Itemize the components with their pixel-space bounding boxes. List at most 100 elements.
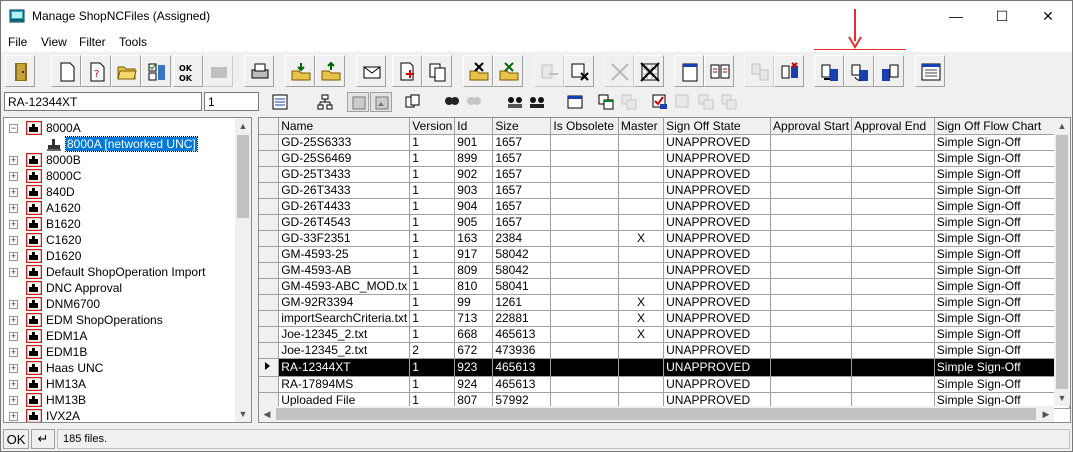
machine-tree[interactable]: −8000A 8000A [networked UNC] +8000B +8000C +… bbox=[3, 117, 252, 423]
grid-horizontal-scrollbar[interactable]: ◀ ▶ bbox=[259, 406, 1054, 422]
tree-item-label[interactable]: Haas UNC bbox=[46, 361, 103, 375]
history-button[interactable] bbox=[718, 92, 740, 112]
tree-item-label[interactable]: C1620 bbox=[46, 233, 81, 247]
table-cell[interactable] bbox=[770, 278, 853, 295]
table-cell[interactable]: Simple Sign-Off bbox=[934, 294, 1070, 311]
version-input[interactable] bbox=[204, 92, 259, 111]
table-row[interactable]: GD-25S6333 1 901 1657 UNAPPROVED Simple Sign-… bbox=[259, 134, 1070, 151]
table-cell[interactable] bbox=[770, 326, 853, 343]
table-cell[interactable]: Simple Sign-Off bbox=[934, 262, 1070, 279]
table-cell[interactable]: 903 bbox=[454, 182, 494, 199]
table-cell[interactable]: UNAPPROVED bbox=[663, 278, 772, 295]
table-cell[interactable] bbox=[851, 294, 935, 311]
tree-item-label[interactable]: Default ShopOperation Import bbox=[46, 265, 205, 279]
table-cell[interactable]: 58041 bbox=[492, 278, 552, 295]
transfer-error-button[interactable] bbox=[774, 55, 804, 87]
tree-item-label[interactable]: HM13B bbox=[46, 393, 86, 407]
table-cell[interactable] bbox=[770, 198, 853, 215]
table-cell[interactable] bbox=[550, 262, 619, 279]
table-cell[interactable]: GD-26T3433 bbox=[278, 182, 411, 199]
table-cell[interactable]: 1 bbox=[409, 278, 456, 295]
tree-item-label[interactable]: DNM6700 bbox=[46, 297, 100, 311]
table-cell[interactable]: RA-12344XT bbox=[278, 358, 411, 377]
table-cell[interactable]: GD-25S6469 bbox=[278, 150, 411, 167]
table-cell[interactable] bbox=[550, 310, 619, 327]
cancel-grid-button[interactable] bbox=[634, 55, 664, 87]
table-cell[interactable] bbox=[618, 246, 665, 263]
table-cell[interactable] bbox=[550, 294, 619, 311]
table-cell[interactable]: 473936 bbox=[492, 342, 552, 359]
table-cell[interactable] bbox=[851, 262, 935, 279]
column-header[interactable]: Id bbox=[454, 118, 494, 135]
row-header[interactable] bbox=[259, 198, 280, 215]
table-cell[interactable]: GM-4593-ABC_MOD.tx bbox=[278, 278, 411, 295]
table-cell[interactable]: 713 bbox=[454, 310, 494, 327]
help-document-button[interactable]: ? bbox=[81, 55, 111, 87]
table-cell[interactable]: 1 bbox=[409, 214, 456, 231]
table-cell[interactable] bbox=[770, 246, 853, 263]
ok-button[interactable]: OK bbox=[3, 429, 29, 449]
table-cell[interactable]: UNAPPROVED bbox=[663, 182, 772, 199]
maximize-button[interactable]: ☐ bbox=[979, 1, 1025, 32]
expand-icon[interactable]: + bbox=[9, 156, 18, 165]
table-cell[interactable]: 2 bbox=[409, 342, 456, 359]
operators-alt-button[interactable] bbox=[526, 92, 548, 112]
table-cell[interactable]: 163 bbox=[454, 230, 494, 247]
compare-button[interactable] bbox=[704, 55, 734, 87]
operators-button[interactable] bbox=[504, 92, 526, 112]
table-cell[interactable]: GD-25T3433 bbox=[278, 166, 411, 183]
tree-item[interactable]: + Default ShopOperation Import bbox=[4, 264, 236, 280]
approve-button[interactable] bbox=[649, 92, 671, 112]
table-cell[interactable] bbox=[770, 150, 853, 167]
table-cell[interactable]: Joe-12345_2.txt bbox=[278, 342, 411, 359]
row-header[interactable] bbox=[259, 150, 280, 167]
table-cell[interactable]: Simple Sign-Off bbox=[934, 342, 1070, 359]
table-cell[interactable] bbox=[770, 182, 853, 199]
table-row[interactable]: RA-12344XT 1 923 465613 UNAPPROVED Simple Sig… bbox=[259, 358, 1070, 377]
row-header[interactable] bbox=[259, 214, 280, 231]
expand-icon[interactable]: + bbox=[9, 300, 18, 309]
expand-icon[interactable]: + bbox=[9, 396, 18, 405]
table-cell[interactable]: GM-4593-25 bbox=[278, 246, 411, 263]
table-cell[interactable]: 22881 bbox=[492, 310, 552, 327]
table-cell[interactable] bbox=[550, 326, 619, 343]
tree-item[interactable]: + DNM6700 bbox=[4, 296, 236, 312]
table-cell[interactable]: 905 bbox=[454, 214, 494, 231]
table-cell[interactable]: Simple Sign-Off bbox=[934, 230, 1070, 247]
expand-icon[interactable]: + bbox=[9, 236, 18, 245]
table-cell[interactable]: 1 bbox=[409, 198, 456, 215]
table-cell[interactable]: 672 bbox=[454, 342, 494, 359]
table-cell[interactable]: 1 bbox=[409, 182, 456, 199]
menu-view[interactable]: View bbox=[41, 35, 67, 49]
table-cell[interactable]: 1 bbox=[409, 310, 456, 327]
table-cell[interactable]: 1657 bbox=[492, 214, 552, 231]
column-header[interactable]: Approval End bbox=[851, 118, 935, 135]
tree-item-label[interactable]: B1620 bbox=[46, 217, 81, 231]
table-cell[interactable] bbox=[770, 294, 853, 311]
column-header[interactable]: Master bbox=[618, 118, 665, 135]
table-cell[interactable]: Joe-12345_2.txt bbox=[278, 326, 411, 343]
row-header[interactable] bbox=[259, 134, 280, 151]
check-in-button[interactable] bbox=[285, 55, 315, 87]
table-cell[interactable] bbox=[851, 214, 935, 231]
tree-item-label[interactable]: EDM1A bbox=[46, 329, 87, 343]
table-cell[interactable]: UNAPPROVED bbox=[663, 294, 772, 311]
expand-icon[interactable]: + bbox=[9, 268, 18, 277]
file-name-input[interactable] bbox=[4, 92, 202, 111]
table-cell[interactable] bbox=[550, 198, 619, 215]
table-cell[interactable]: UNAPPROVED bbox=[663, 198, 772, 215]
tape-button[interactable] bbox=[203, 55, 233, 87]
table-cell[interactable] bbox=[550, 342, 619, 359]
table-cell[interactable]: importSearchCriteria.txt bbox=[278, 310, 411, 327]
column-header[interactable]: Size bbox=[492, 118, 552, 135]
table-cell[interactable]: Simple Sign-Off bbox=[934, 326, 1070, 343]
table-cell[interactable]: 58042 bbox=[492, 246, 552, 263]
table-cell[interactable]: 1657 bbox=[492, 182, 552, 199]
table-cell[interactable] bbox=[550, 214, 619, 231]
cancel-button[interactable] bbox=[604, 55, 634, 87]
tree-item-label[interactable]: IVX2A bbox=[46, 409, 80, 422]
table-cell[interactable] bbox=[618, 358, 665, 377]
table-row[interactable]: Joe-12345_2.txt 2 672 473936 UNAPPROVED Simpl… bbox=[259, 342, 1070, 359]
remove-button[interactable] bbox=[564, 55, 594, 87]
table-cell[interactable]: 1 bbox=[409, 166, 456, 183]
